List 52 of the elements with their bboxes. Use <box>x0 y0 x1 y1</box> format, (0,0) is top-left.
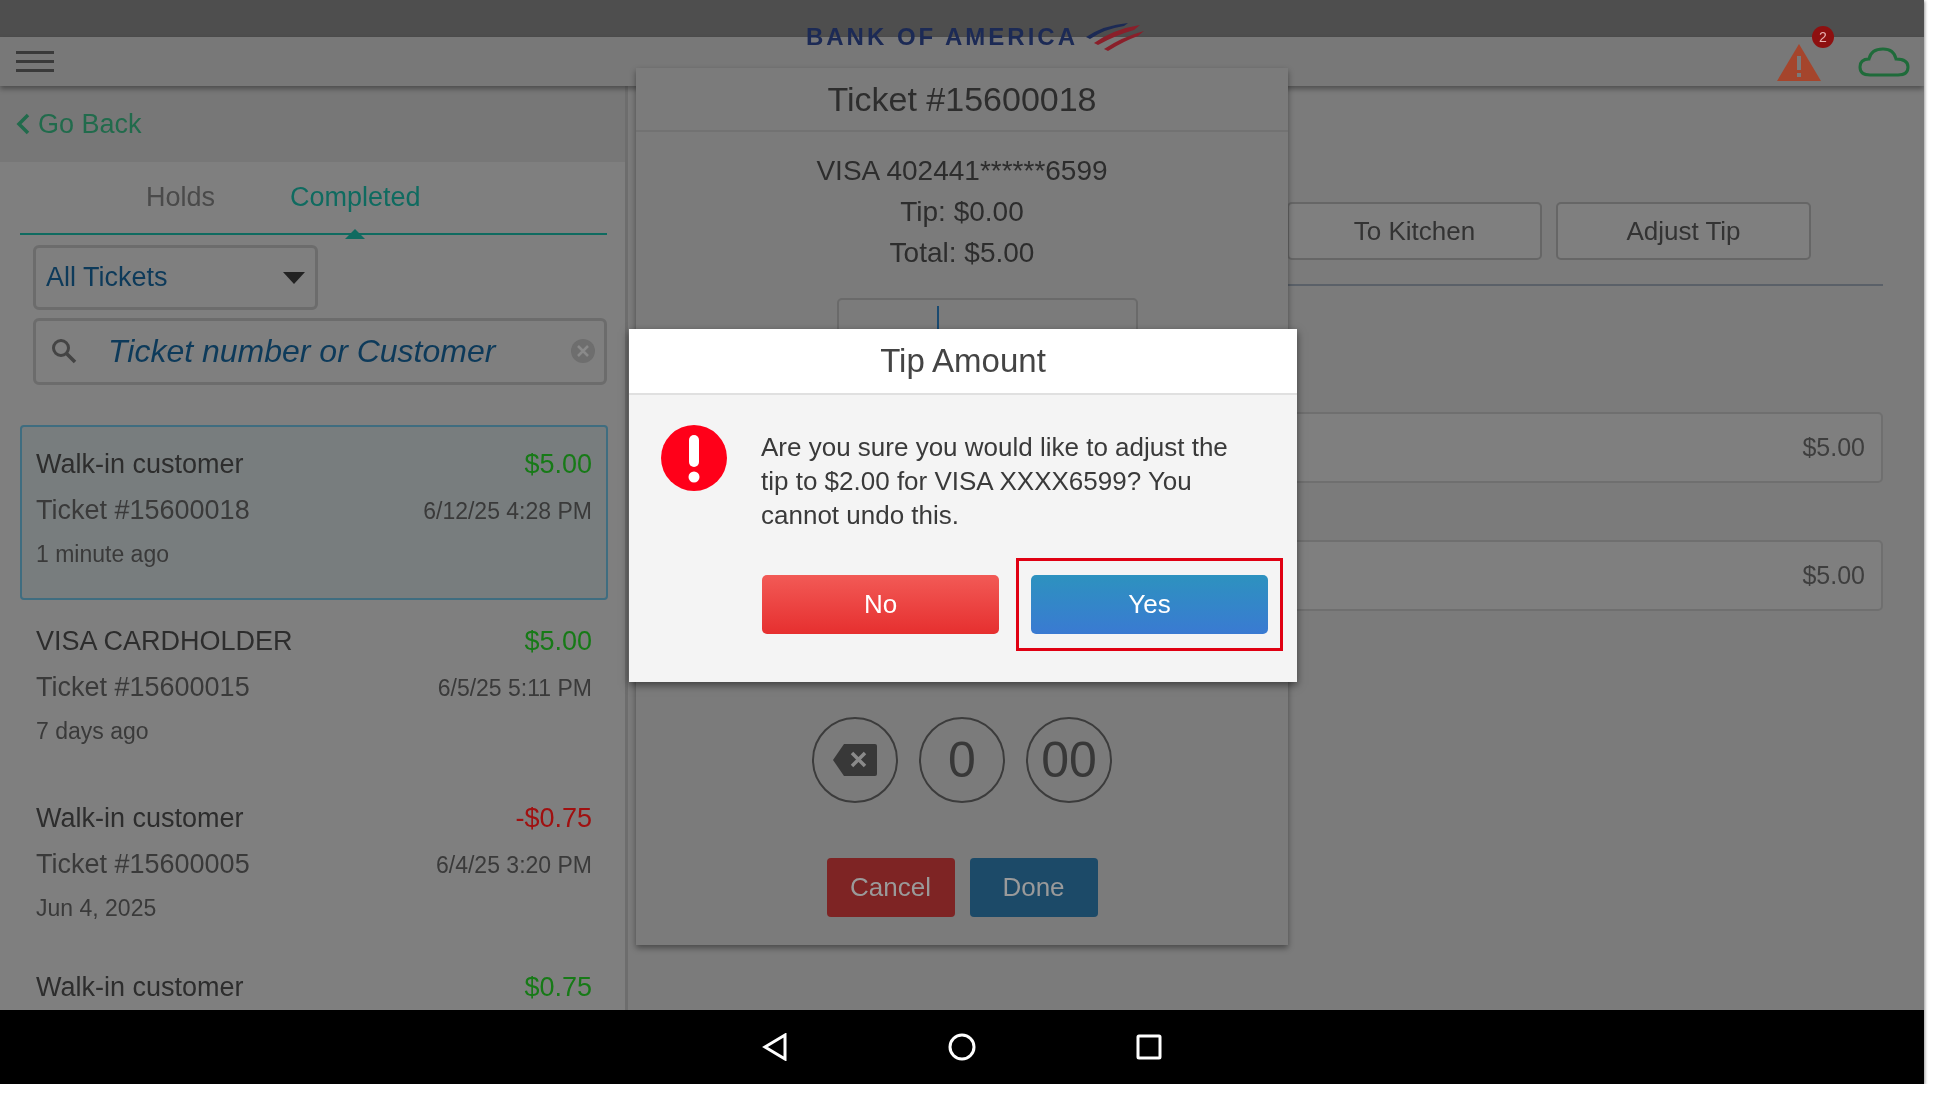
ticket-age: Jun 4, 2025 <box>36 895 157 922</box>
dialog-button[interactable]: No <box>762 575 999 634</box>
chevron-left-icon <box>16 113 30 135</box>
caret-icon <box>283 271 305 284</box>
keypad-key[interactable]: 0 <box>919 717 1005 803</box>
ticket-datetime: 6/5/25 5:11 PM <box>437 675 592 702</box>
tip-amount: Tip: $0.00 <box>900 195 1024 229</box>
ticket-amount: $5.00 <box>524 626 592 657</box>
panel-button[interactable]: Done <box>969 858 1098 917</box>
panel-title: Ticket #15600018 <box>636 68 1288 132</box>
menu-icon[interactable] <box>16 50 54 73</box>
backspace-icon <box>832 743 878 777</box>
backspace-key[interactable] <box>812 717 898 803</box>
total-amount: Total: $5.00 <box>889 236 1035 270</box>
alert-icon <box>661 425 727 491</box>
panel-button[interactable]: Cancel <box>826 858 955 917</box>
ticket-list-item[interactable]: Walk-in customer -$0.75 Ticket #15600005 6/4/25 3:20 PM Jun 4, 2025 <box>20 779 608 954</box>
dialog-button[interactable]: Yes <box>1031 575 1268 634</box>
search-field[interactable]: Ticket number or Customer <box>33 318 607 385</box>
ticket-list-item[interactable]: VISA CARDHOLDER $5.00 Ticket #15600015 6/5/25 5:11 PM 7 days ago <box>20 602 608 777</box>
customer-name: Walk-in customer <box>36 803 244 834</box>
action-button[interactable]: To Kitchen <box>1287 202 1542 260</box>
action-button[interactable]: Adjust Tip <box>1556 202 1811 260</box>
dialog-message: Are you sure you would like to adjust the tip to $2.00 for VISA XXXX6599? You cannot undo this. <box>761 431 1229 532</box>
back-icon[interactable] <box>762 1033 788 1061</box>
customer-name: VISA CARDHOLDER <box>36 626 293 657</box>
ticket-age: 1 minute ago <box>36 541 169 568</box>
customer-name: Walk-in customer <box>36 449 244 480</box>
cloud-icon[interactable] <box>1858 46 1910 77</box>
ticket-number: Ticket #15600005 <box>36 849 250 880</box>
dialog-title: Tip Amount <box>629 329 1297 395</box>
ticket-number: Ticket #15600015 <box>36 672 250 703</box>
home-icon[interactable] <box>948 1033 976 1061</box>
ticket-amount: $5.00 <box>524 449 592 480</box>
ticket-list-item[interactable]: Walk-in customer $5.00 Ticket #15600018 6/12/25 4:28 PM 1 minute ago <box>20 425 608 600</box>
ticket-age: 7 days ago <box>36 718 149 745</box>
ticket-filter-dropdown[interactable]: All Tickets <box>33 245 318 310</box>
ticket-datetime: 6/12/25 4:28 PM <box>423 498 592 525</box>
logo-text: BANK OF AMERICA <box>805 23 1079 51</box>
search-icon <box>51 338 77 364</box>
ticket-list-item[interactable]: Walk-in customer $0.75 <box>20 956 608 1010</box>
recents-icon[interactable] <box>1136 1034 1162 1060</box>
ticket-datetime: 6/4/25 3:20 PM <box>436 852 592 879</box>
clear-icon[interactable] <box>571 339 595 363</box>
customer-name: Walk-in customer <box>36 972 244 1003</box>
keypad-key[interactable]: 00 <box>1026 717 1112 803</box>
tab[interactable]: Completed <box>260 176 451 219</box>
flag-icon <box>1084 23 1145 51</box>
ticket-amount: -$0.75 <box>515 803 592 834</box>
ticket-amount: $0.75 <box>524 972 592 1003</box>
card-number: VISA 402441******6599 <box>816 154 1108 188</box>
ticket-number: Ticket #15600018 <box>36 495 250 526</box>
